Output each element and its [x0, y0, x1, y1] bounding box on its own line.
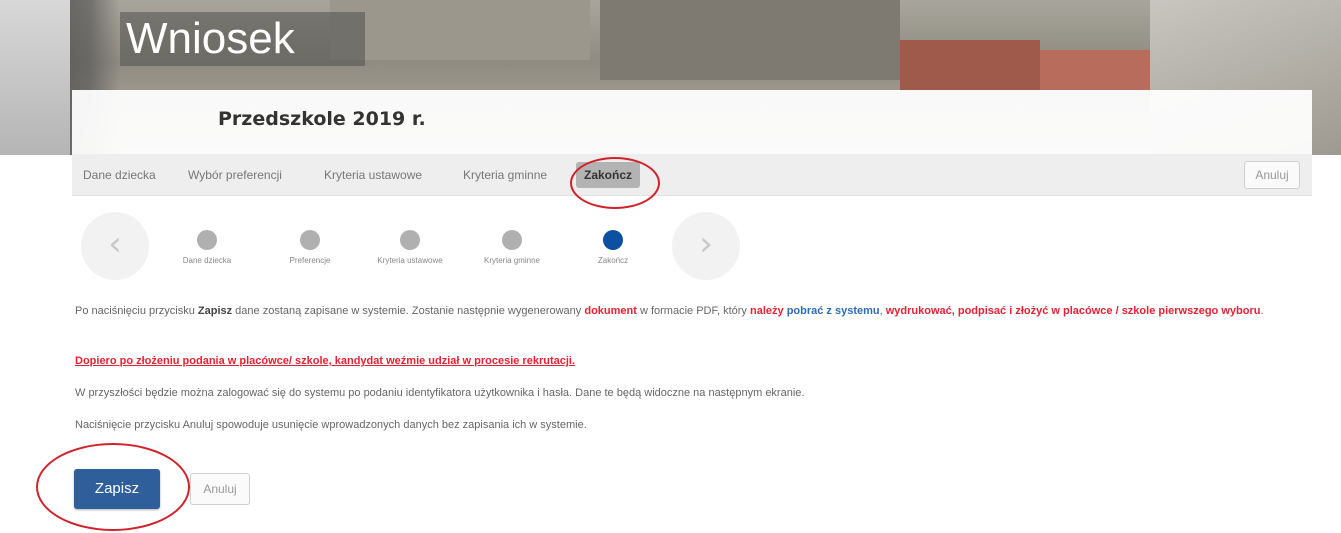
form-subtitle: Przedszkole 2019 r.: [218, 108, 426, 130]
text-fragment-red: należy: [749, 305, 784, 317]
step-kryteria-gminne[interactable]: Kryteria gminne: [472, 230, 552, 265]
info-paragraph-save: Po naciśnięciu przycisku Zapisz dane zos…: [75, 303, 1305, 320]
step-label: Zakończ: [597, 256, 629, 265]
banner-photo-roof: [900, 40, 1040, 90]
text-fragment: .: [1260, 305, 1264, 317]
tab-kryteria-gminne[interactable]: Kryteria gminne: [463, 154, 547, 196]
chevron-right-icon[interactable]: ›: [672, 212, 740, 280]
wizard-tabs: Dane dziecka Wybór preferencji Kryteria …: [72, 154, 1312, 196]
text-fragment: w formacie PDF, który: [636, 305, 750, 317]
step-label: Dane dziecka: [182, 256, 232, 265]
tab-wybor-preferencji[interactable]: Wybór preferencji: [188, 154, 282, 196]
title-card: Przedszkole 2019 r.: [72, 90, 1312, 154]
info-paragraph-cancel: Naciśnięcie przycisku Anuluj spowoduje u…: [75, 419, 587, 431]
text-fragment-red: dokument: [584, 305, 637, 317]
text-fragment-blue: pobrać z systemu: [786, 305, 880, 317]
text-fragment-red: wydrukować, podpisać i złożyć w placówce…: [885, 305, 1261, 317]
step-dot: [502, 230, 522, 250]
step-kryteria-ustawowe[interactable]: Kryteria ustawowe: [370, 230, 450, 265]
annotation-ring-save: [36, 443, 190, 531]
step-dot-active: [603, 230, 623, 250]
cancel-button[interactable]: Anuluj: [190, 473, 250, 505]
info-paragraph-warning: Dopiero po złożeniu podania w placówce/ …: [75, 355, 576, 367]
annotation-ring-tab: [570, 157, 660, 209]
info-paragraph-login: W przyszłości będzie można zalogować się…: [75, 387, 805, 399]
text-fragment: Po naciśnięciu przycisku: [75, 305, 198, 317]
step-zakoncz[interactable]: Zakończ: [573, 230, 653, 265]
step-label: Kryteria gminne: [483, 256, 541, 265]
tab-kryteria-ustawowe[interactable]: Kryteria ustawowe: [324, 154, 422, 196]
banner-photo-wall: [0, 0, 70, 155]
step-dot: [400, 230, 420, 250]
step-dot: [300, 230, 320, 250]
step-label: Kryteria ustawowe: [377, 256, 443, 265]
step-preferencje[interactable]: Preferencje: [270, 230, 350, 265]
banner-photo-roof: [330, 0, 590, 60]
step-dane-dziecka[interactable]: Dane dziecka: [167, 230, 247, 265]
cancel-button-top[interactable]: Anuluj: [1244, 161, 1300, 189]
banner-photo-roof: [600, 0, 900, 80]
text-fragment: dane zostaną zapisane w systemie. Zostan…: [232, 305, 585, 317]
tab-dane-dziecka[interactable]: Dane dziecka: [83, 154, 156, 196]
text-fragment-bold: Zapisz: [197, 305, 233, 317]
page-title: Wniosek: [120, 12, 365, 66]
chevron-left-icon[interactable]: ‹: [81, 212, 149, 280]
step-dot: [197, 230, 217, 250]
step-label: Preferencje: [289, 256, 331, 265]
